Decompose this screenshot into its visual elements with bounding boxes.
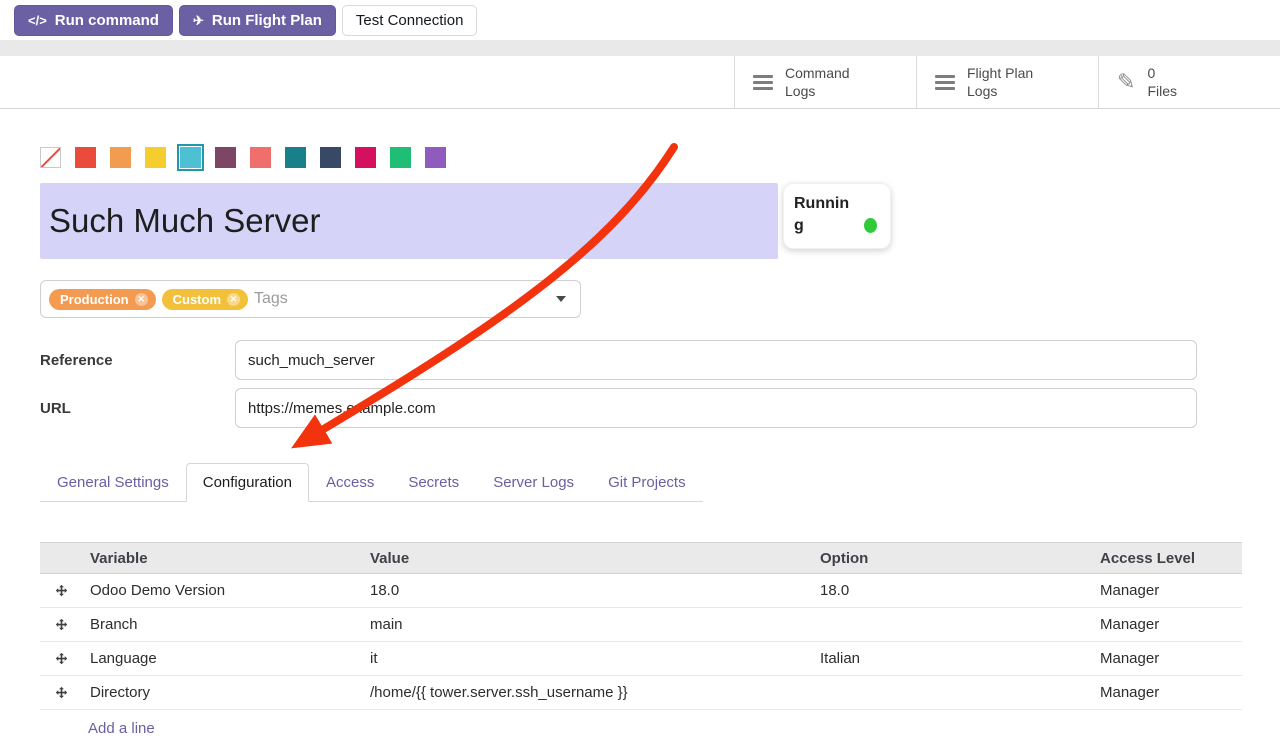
form-view: Such Much Server Running Production ✕ Cu…: [0, 147, 1280, 742]
color-swatch-none[interactable]: [40, 147, 61, 168]
tab-server-logs[interactable]: Server Logs: [476, 463, 591, 502]
cell-option[interactable]: Italian: [812, 650, 1092, 667]
tab-secrets[interactable]: Secrets: [391, 463, 476, 502]
notebook-tabs: General Settings Configuration Access Se…: [40, 463, 703, 502]
server-name-input[interactable]: Such Much Server: [40, 183, 778, 259]
flight-plan-logs-label: Flight Plan Logs: [967, 64, 1033, 100]
color-swatch[interactable]: [425, 147, 446, 168]
table-row[interactable]: Language it Italian Manager: [40, 642, 1242, 676]
cell-value[interactable]: main: [362, 616, 812, 633]
cell-option[interactable]: 18.0: [812, 582, 1092, 599]
run-command-label: Run command: [55, 11, 159, 30]
cell-variable[interactable]: Branch: [82, 616, 362, 633]
table-row[interactable]: Branch main Manager: [40, 608, 1242, 642]
separator-strip: [0, 40, 1280, 56]
tab-configuration[interactable]: Configuration: [186, 463, 309, 502]
color-palette: [40, 147, 1242, 168]
code-icon: </>: [28, 11, 47, 30]
tag-production: Production ✕: [49, 289, 156, 310]
cell-variable[interactable]: Directory: [82, 684, 362, 701]
tab-git-projects[interactable]: Git Projects: [591, 463, 703, 502]
color-swatch[interactable]: [75, 147, 96, 168]
fields-section: Reference URL: [40, 340, 1242, 428]
color-swatch[interactable]: [355, 147, 376, 168]
title-row: Such Much Server Running: [40, 183, 1242, 259]
test-connection-label: Test Connection: [356, 11, 464, 30]
test-connection-button[interactable]: Test Connection: [342, 5, 478, 36]
close-icon[interactable]: ✕: [227, 293, 240, 306]
cell-access-level[interactable]: Manager: [1092, 684, 1242, 701]
cell-value[interactable]: it: [362, 650, 812, 667]
color-swatch-selected[interactable]: [180, 147, 201, 168]
color-swatch[interactable]: [250, 147, 271, 168]
add-a-line-link[interactable]: Add a line: [40, 710, 1242, 742]
url-input[interactable]: [235, 388, 1197, 428]
variables-table: Variable Value Option Access Level Odoo …: [40, 542, 1242, 742]
color-swatch[interactable]: [285, 147, 306, 168]
drag-handle-icon[interactable]: [55, 584, 68, 597]
url-label: URL: [40, 400, 235, 417]
color-swatch[interactable]: [215, 147, 236, 168]
run-flight-plan-button[interactable]: ✈ Run Flight Plan: [179, 5, 336, 36]
reference-label: Reference: [40, 352, 235, 369]
status-dot-icon: [864, 218, 877, 233]
cell-value[interactable]: 18.0: [362, 582, 812, 599]
color-swatch[interactable]: [110, 147, 131, 168]
run-flight-plan-label: Run Flight Plan: [212, 11, 322, 30]
tag-custom: Custom ✕: [162, 289, 248, 310]
tags-placeholder: Tags: [254, 290, 288, 308]
drag-handle-icon[interactable]: [55, 618, 68, 631]
color-swatch[interactable]: [145, 147, 166, 168]
tab-general-settings[interactable]: General Settings: [40, 463, 186, 502]
cell-variable[interactable]: Odoo Demo Version: [82, 582, 362, 599]
cell-access-level[interactable]: Manager: [1092, 650, 1242, 667]
table-header-row: Variable Value Option Access Level: [40, 542, 1242, 574]
plane-icon: ✈: [193, 11, 204, 30]
tab-access[interactable]: Access: [309, 463, 391, 502]
edit-icon: ✎: [1117, 71, 1135, 93]
col-variable: Variable: [82, 550, 362, 567]
col-access-level: Access Level: [1092, 550, 1242, 567]
files-label: 0 Files: [1147, 64, 1177, 100]
color-swatch[interactable]: [390, 147, 411, 168]
color-swatch[interactable]: [320, 147, 341, 168]
caret-down-icon[interactable]: [556, 296, 566, 302]
cell-access-level[interactable]: Manager: [1092, 616, 1242, 633]
table-row[interactable]: Directory /home/{{ tower.server.ssh_user…: [40, 676, 1242, 710]
table-row[interactable]: Odoo Demo Version 18.0 18.0 Manager: [40, 574, 1242, 608]
files-button[interactable]: ✎ 0 Files: [1098, 56, 1280, 108]
close-icon[interactable]: ✕: [135, 293, 148, 306]
menu-icon: [935, 75, 955, 90]
command-logs-label: Command Logs: [785, 64, 850, 100]
drag-handle-icon[interactable]: [55, 652, 68, 665]
header-band: Command Logs Flight Plan Logs ✎ 0 Files: [0, 56, 1280, 109]
status-label: Running: [794, 193, 852, 236]
flight-plan-logs-button[interactable]: Flight Plan Logs: [916, 56, 1098, 108]
col-option: Option: [812, 550, 1092, 567]
drag-handle-icon[interactable]: [55, 686, 68, 699]
cell-variable[interactable]: Language: [82, 650, 362, 667]
cell-value[interactable]: /home/{{ tower.server.ssh_username }}: [362, 684, 812, 701]
tags-input[interactable]: Production ✕ Custom ✕ Tags: [40, 280, 581, 318]
col-value: Value: [362, 550, 812, 567]
cell-access-level[interactable]: Manager: [1092, 582, 1242, 599]
run-command-button[interactable]: </> Run command: [14, 5, 173, 36]
command-logs-button[interactable]: Command Logs: [734, 56, 916, 108]
status-button[interactable]: Running: [783, 183, 891, 249]
menu-icon: [753, 75, 773, 90]
reference-input[interactable]: [235, 340, 1197, 380]
action-toolbar: </> Run command ✈ Run Flight Plan Test C…: [0, 0, 1280, 40]
